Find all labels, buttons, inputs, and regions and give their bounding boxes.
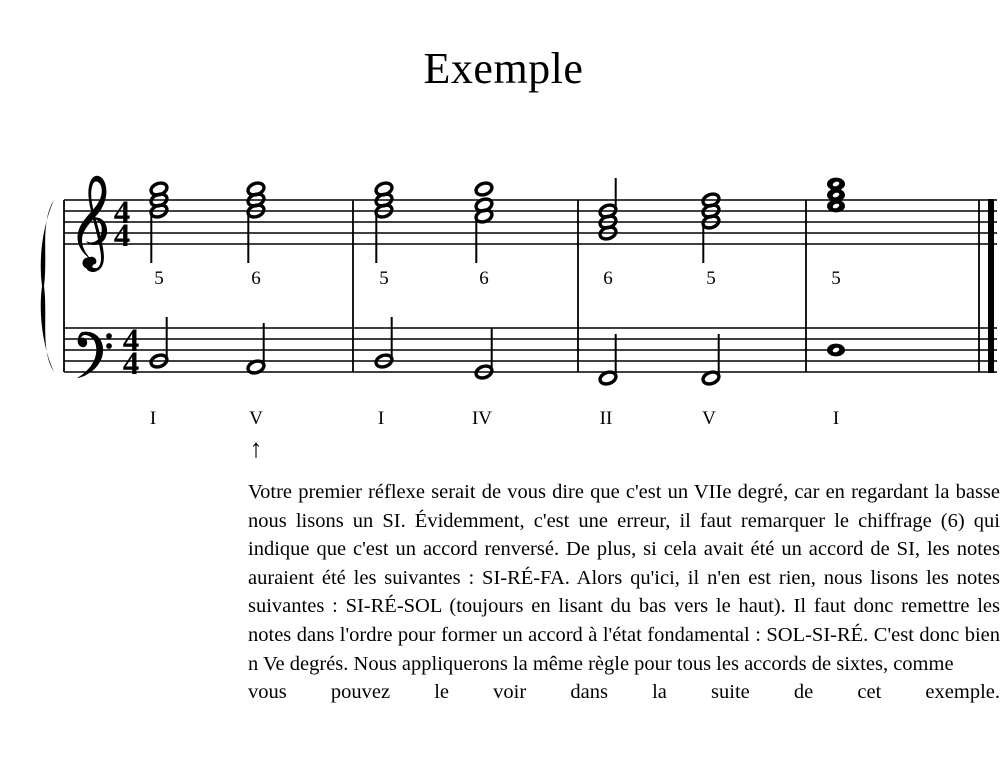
page-title: Exemple [423,44,584,94]
figured-bass-3: 5 [379,268,389,289]
figured-bass-2: 6 [251,268,261,289]
explanation-text: Votre premier réflexe serait de vous dir… [248,478,1000,735]
figured-bass-1: 5 [154,268,164,289]
figured-bass-6: 5 [706,268,716,289]
bass-note-5 [598,334,618,386]
roman-numeral-7: I [832,408,840,429]
bass-note-2 [246,323,266,375]
time-signature-treble: 4 4 [114,195,131,254]
bass-note-7-whole [827,343,845,357]
time-signature-bass: 4 4 [123,323,140,382]
explanation-last-line: vous pouvez le voir dans la suite de cet… [248,681,1000,704]
svg-text:4: 4 [114,218,131,254]
treble-clef-icon [77,175,108,273]
bass-staff-lines [64,327,997,373]
figured-bass-row: 5 6 5 6 6 5 5 [0,268,1007,294]
roman-numeral-1: I [149,408,157,429]
figured-bass-4: 6 [479,268,489,289]
roman-numeral-4: IV [471,408,493,429]
svg-text:4: 4 [123,346,140,382]
figured-bass-5: 6 [603,268,613,289]
figured-bass-7: 5 [831,268,841,289]
up-arrow-icon: ↑ [249,434,263,463]
explanation-main: Votre premier réflexe serait de vous dir… [248,481,1000,675]
explanation-paragraph: Votre premier réflexe serait de vous dir… [248,478,1000,735]
roman-numeral-6: V [702,408,716,429]
roman-numeral-row: I V I IV II V I [0,408,1007,434]
roman-numeral-5: II [599,408,613,429]
roman-numeral-2: V [249,408,263,429]
treble-staff-lines [64,199,997,245]
treble-chord-6 [701,192,721,263]
roman-numeral-3: I [377,408,385,429]
treble-chord-5 [598,178,618,241]
bass-note-6 [701,334,721,386]
treble-chord-7-whole [827,177,845,213]
